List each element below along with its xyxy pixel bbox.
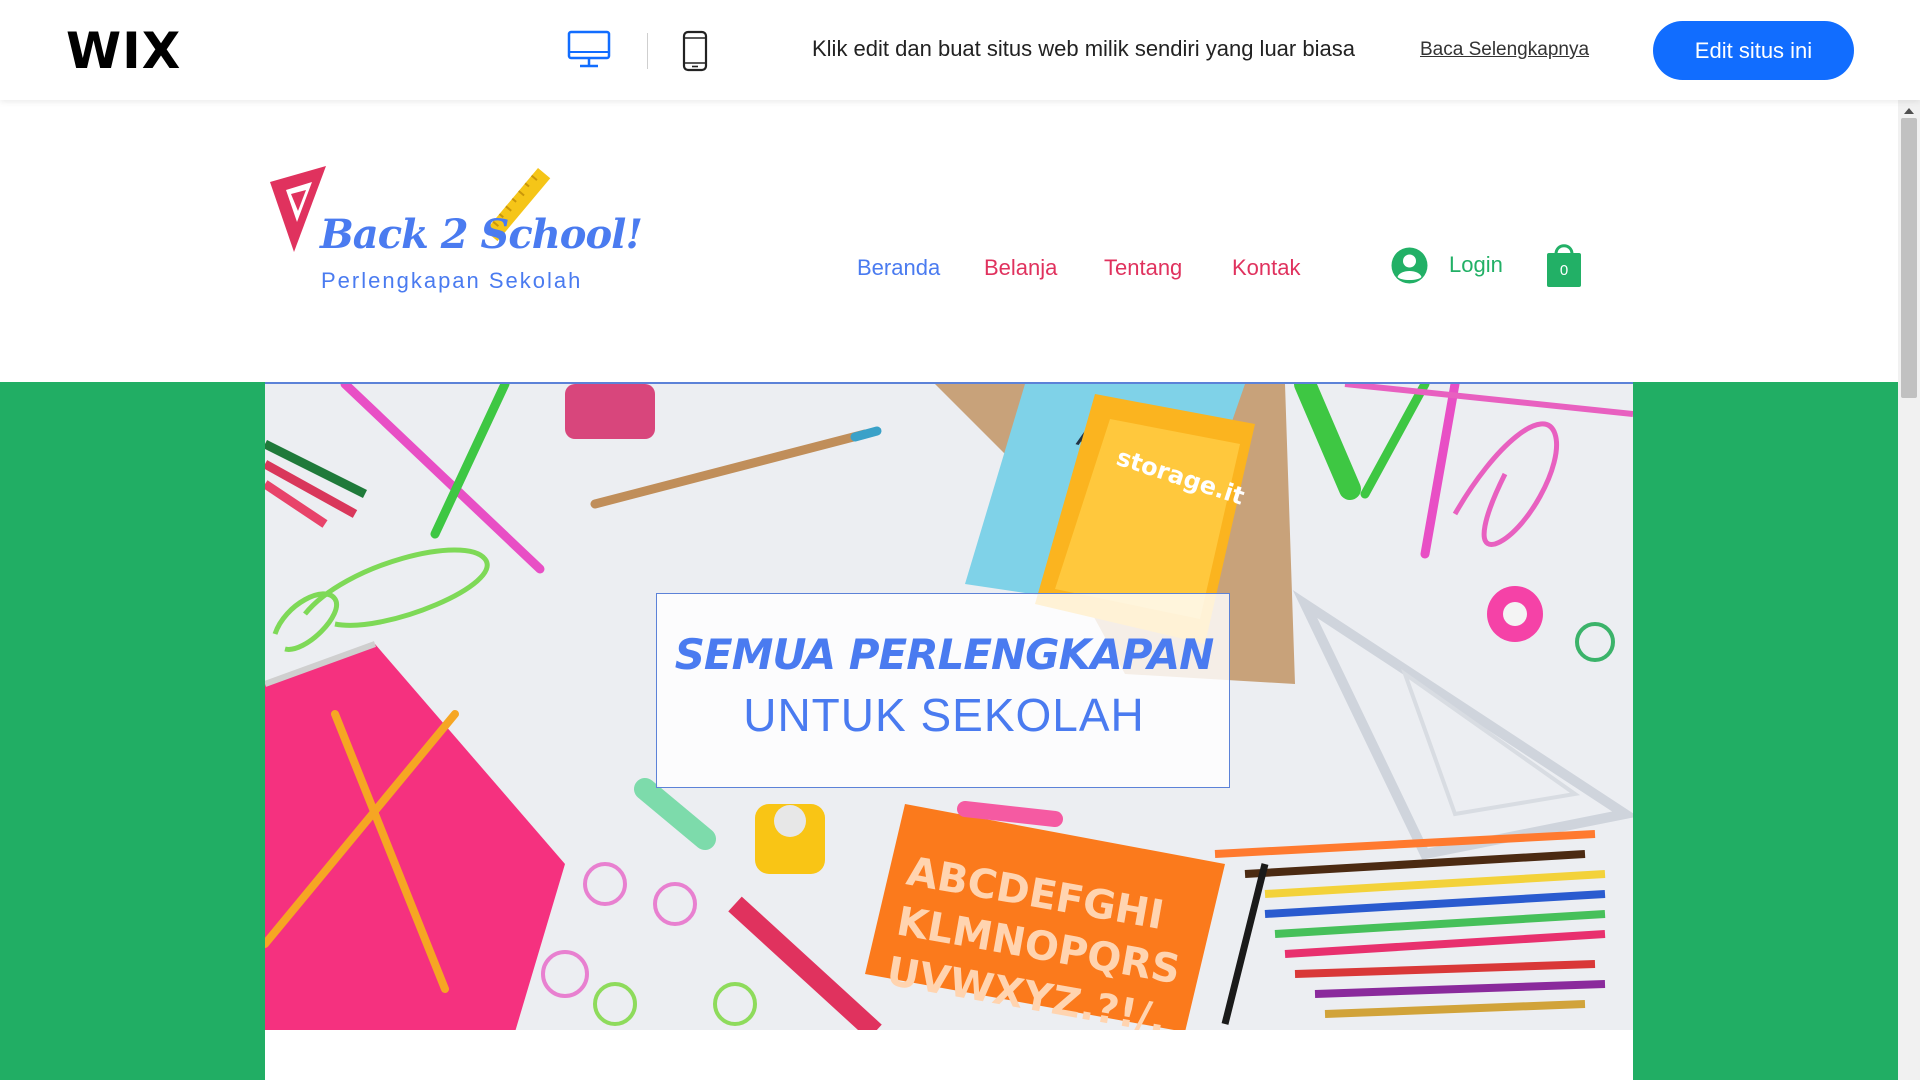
cart-count: 0 xyxy=(1559,262,1569,279)
user-avatar-icon xyxy=(1391,247,1428,283)
device-separator xyxy=(647,33,648,69)
wix-logo[interactable]: WIX xyxy=(66,22,181,80)
hero-headline-line2: UNTUK SEKOLAH xyxy=(743,689,1145,741)
mobile-view-icon[interactable] xyxy=(681,30,709,72)
promo-text: Klik edit dan buat situs web milik sendi… xyxy=(812,36,1355,61)
content-strip xyxy=(265,1030,1633,1080)
login-button[interactable]: Login xyxy=(1391,245,1503,285)
login-label: Login xyxy=(1449,252,1503,277)
nav-item-belanja[interactable]: Belanja xyxy=(984,255,1057,281)
hero-headline-box: SEMUA PERLENGKAPAN UNTUK SEKOLAH xyxy=(656,593,1230,788)
wix-preview-bar: WIX Klik edit dan buat situs web milik s… xyxy=(0,0,1920,100)
desktop-view-icon[interactable] xyxy=(567,30,611,70)
scrollbar-thumb[interactable] xyxy=(1901,118,1917,398)
edit-site-button[interactable]: Edit situs ini xyxy=(1653,21,1854,80)
hero-headline-line1: SEMUA PERLENGKAPAN xyxy=(674,630,1215,679)
triangle-ruler-icon xyxy=(270,166,326,252)
site-tagline: Perlengkapan Sekolah xyxy=(321,268,583,293)
cart-button[interactable]: 0 xyxy=(1545,240,1583,288)
nav-item-beranda[interactable]: Beranda xyxy=(857,255,940,281)
site-title[interactable]: Back 2 School! xyxy=(320,211,643,258)
scroll-up-arrow-icon[interactable] xyxy=(1900,104,1918,118)
nav-item-kontak[interactable]: Kontak xyxy=(1232,255,1301,281)
nav-item-tentang[interactable]: Tentang xyxy=(1104,255,1182,281)
read-more-link[interactable]: Baca Selengkapnya xyxy=(1420,39,1589,61)
